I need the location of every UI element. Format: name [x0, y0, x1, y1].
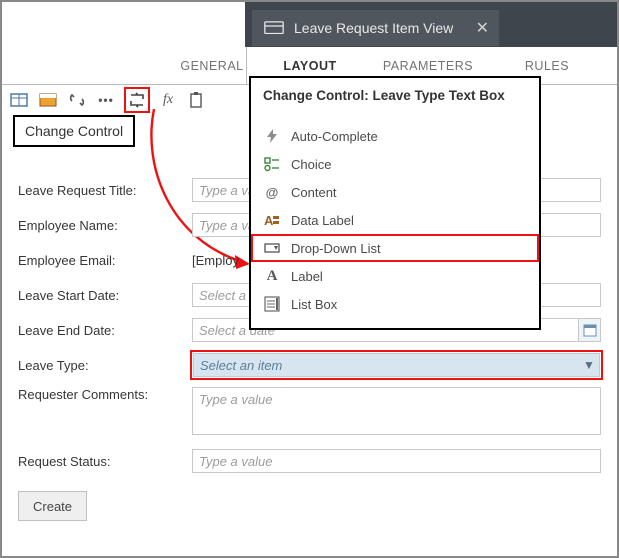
calendar-icon[interactable]	[578, 319, 600, 341]
bolt-icon	[263, 127, 281, 145]
label-comments: Requester Comments:	[18, 387, 192, 402]
option-choice[interactable]: Choice	[251, 150, 539, 178]
at-icon: @	[263, 183, 281, 201]
change-control-panel: Change Control: Leave Type Text Box Auto…	[249, 76, 541, 330]
option-list-box-label: List Box	[291, 297, 337, 312]
option-choice-label: Choice	[291, 157, 331, 172]
input-status[interactable]: Type a value	[192, 449, 601, 473]
paste-icon[interactable]	[186, 89, 208, 111]
row-leave-type: Leave Type: Select an item ▼	[18, 352, 601, 378]
label-a-icon: A	[263, 267, 281, 285]
label-end-date: Leave End Date:	[18, 323, 192, 338]
card-icon	[264, 21, 284, 35]
change-control-callout: Change Control	[13, 115, 135, 147]
placeholder-leave-type: Select an item	[194, 358, 579, 373]
label-emp-email: Employee Email:	[18, 253, 192, 268]
close-icon[interactable]: ✕	[476, 18, 489, 38]
label-title: Leave Request Title:	[18, 183, 192, 198]
choice-icon	[263, 155, 281, 173]
option-auto-complete-label: Auto-Complete	[291, 129, 378, 144]
tab-general[interactable]: GENERAL	[177, 47, 247, 85]
more-icon[interactable]: •••	[95, 89, 117, 111]
textarea-comments[interactable]: Type a value	[192, 387, 601, 435]
insert-table-icon[interactable]	[8, 89, 30, 111]
option-label[interactable]: A Label	[251, 262, 539, 290]
label-status: Request Status:	[18, 454, 192, 469]
insert-row-icon[interactable]	[37, 89, 59, 111]
dropdown-icon	[263, 239, 281, 257]
listbox-icon	[263, 295, 281, 313]
view-tab[interactable]: Leave Request Item View ✕	[252, 10, 499, 46]
option-content[interactable]: @ Content	[251, 178, 539, 206]
label-leave-type: Leave Type:	[18, 358, 192, 373]
label-emp-name: Employee Name:	[18, 218, 192, 233]
chevron-down-icon: ▼	[579, 355, 599, 375]
create-button[interactable]: Create	[18, 491, 87, 521]
option-label-label: Label	[291, 269, 323, 284]
option-drop-down-list-label: Drop-Down List	[291, 241, 381, 256]
app-root: Leave Request Item View ✕ GENERAL LAYOUT…	[0, 0, 619, 558]
option-auto-complete[interactable]: Auto-Complete	[251, 122, 539, 150]
expression-icon[interactable]: fx	[157, 89, 179, 111]
option-list-box[interactable]: List Box	[251, 290, 539, 318]
change-control-button[interactable]	[124, 87, 150, 113]
unlink-icon[interactable]	[66, 89, 88, 111]
view-tab-title: Leave Request Item View	[294, 20, 453, 36]
data-label-icon: A	[263, 211, 281, 229]
option-drop-down-list[interactable]: Drop-Down List	[251, 234, 539, 262]
option-data-label-label: Data Label	[291, 213, 354, 228]
change-control-panel-title: Change Control: Leave Type Text Box	[251, 78, 539, 118]
dropdown-leave-type[interactable]: Select an item ▼	[193, 353, 600, 377]
row-status: Request Status: Type a value	[18, 448, 601, 474]
label-start-date: Leave Start Date:	[18, 288, 192, 303]
leave-type-highlight: Select an item ▼	[192, 352, 601, 378]
row-comments: Requester Comments: Type a value	[18, 387, 601, 439]
option-content-label: Content	[291, 185, 337, 200]
option-data-label[interactable]: A Data Label	[251, 206, 539, 234]
svg-text:A: A	[264, 213, 274, 228]
